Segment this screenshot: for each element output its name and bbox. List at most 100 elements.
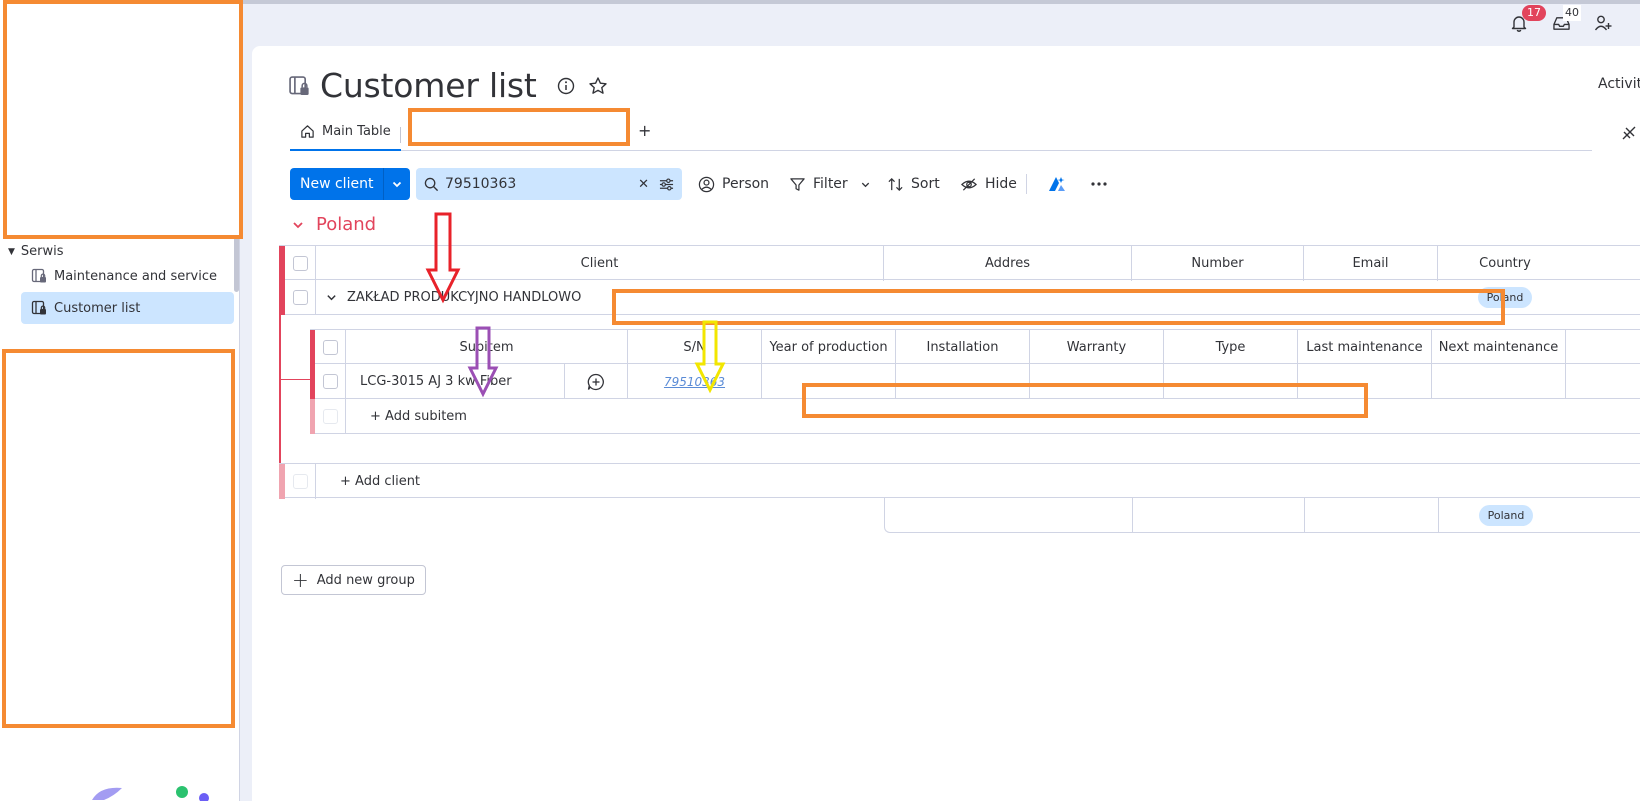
redaction-box <box>802 383 1368 418</box>
board-lock-icon <box>31 268 46 283</box>
chevron-down-icon[interactable] <box>326 292 337 303</box>
person-filter-button[interactable]: Person <box>698 168 769 200</box>
subitem-connector-branch <box>281 379 311 380</box>
group-title[interactable]: Poland <box>316 214 376 235</box>
redaction-box <box>2 349 235 728</box>
column-header-warranty[interactable]: Warranty <box>1030 330 1164 365</box>
window-top-strip <box>0 0 1640 4</box>
add-client-checkbox-cell <box>285 464 316 499</box>
subitem-next-maintenance-cell[interactable] <box>1432 364 1566 399</box>
add-person-icon <box>1594 15 1612 31</box>
header-checkbox-cell <box>285 246 316 281</box>
add-new-group-button[interactable]: + Add new group <box>281 565 426 595</box>
folder-label: Serwis <box>20 244 64 259</box>
inbox-button[interactable]: 40 <box>1540 5 1582 38</box>
column-header-client[interactable]: Client <box>316 246 884 281</box>
column-header-addres[interactable]: Addres <box>884 246 1132 281</box>
new-client-button[interactable]: New client <box>290 168 411 200</box>
purple-arrow-annotation <box>467 326 499 398</box>
red-arrow-annotation <box>425 212 461 304</box>
notifications-button[interactable]: 17 <box>1498 5 1546 38</box>
toolbar-divider <box>1026 174 1027 194</box>
home-icon <box>301 125 314 138</box>
chevron-down-icon[interactable] <box>384 168 411 200</box>
sidebar-item-label: Maintenance and service <box>54 268 218 284</box>
group-header-poland[interactable]: Poland <box>292 214 376 235</box>
sort-button[interactable]: Sort <box>887 168 940 200</box>
summary-country-cell: Poland <box>1439 498 1573 532</box>
tab-main-table[interactable]: Main Table <box>290 114 401 151</box>
subitem-checkbox[interactable] <box>322 374 338 389</box>
tab-label: Main Table <box>322 124 391 139</box>
column-header-number[interactable]: Number <box>1132 246 1304 281</box>
group-summary-row: Poland <box>884 498 1640 533</box>
disabled-checkbox <box>322 409 338 424</box>
more-options-button[interactable] <box>1090 168 1115 200</box>
summary-country-pill: Poland <box>1478 504 1534 526</box>
inbox-badge: 40 <box>1563 5 1581 21</box>
search-icon <box>424 177 439 191</box>
column-header-year[interactable]: Year of production <box>762 330 896 365</box>
column-header-country[interactable]: Country <box>1438 246 1572 281</box>
add-update-icon[interactable] <box>587 373 605 391</box>
caret-down-icon: ▼ <box>8 246 15 257</box>
info-icon[interactable] <box>557 77 575 95</box>
filter-label: Filter <box>813 176 848 192</box>
subitem-updates-cell[interactable] <box>565 364 628 399</box>
subitem-header-row: Subitem S/N Year of production Installat… <box>310 329 1640 365</box>
close-icon[interactable]: ✕ <box>638 177 649 192</box>
board-lock-icon <box>31 300 46 315</box>
page-title[interactable]: Customer list <box>320 66 537 105</box>
sliders-icon[interactable] <box>659 177 674 192</box>
new-client-label[interactable]: New client <box>290 168 385 200</box>
chevron-down-icon[interactable] <box>860 179 871 190</box>
hide-label: Hide <box>985 176 1017 192</box>
ai-assistant-button[interactable] <box>1047 168 1074 200</box>
add-subitem-button[interactable]: + Add subitem <box>346 399 646 434</box>
subitem-checkbox-cell <box>315 364 346 399</box>
row-checkbox[interactable] <box>292 290 308 305</box>
eye-off-icon <box>961 177 977 191</box>
subitem-name-cell[interactable]: LCG-3015 AJ 3 kw Fiber <box>346 364 565 399</box>
add-client-button[interactable]: + Add client <box>316 464 716 499</box>
ai-icon <box>1049 177 1065 191</box>
sort-icon <box>888 177 903 191</box>
sidebar-item-maintenance[interactable]: Maintenance and service <box>21 260 234 292</box>
person-icon <box>698 176 715 192</box>
sidebar-item-label: Customer list <box>54 300 141 316</box>
main-panel: Customer list Activit Main Table + New c… <box>252 46 1640 801</box>
chevron-down-icon[interactable] <box>292 219 304 231</box>
column-header-last-maintenance[interactable]: Last maintenance <box>1298 330 1432 365</box>
disabled-checkbox <box>292 474 308 489</box>
select-all-checkbox[interactable] <box>292 256 308 271</box>
subitem-connector-line <box>279 315 281 463</box>
star-icon[interactable] <box>588 76 608 96</box>
sidebar-scrollbar[interactable] <box>234 236 239 292</box>
row-checkbox-cell <box>285 280 316 315</box>
add-client-row[interactable]: + Add client <box>279 463 1640 499</box>
subitem-select-all-checkbox[interactable] <box>322 340 338 355</box>
integrate-icon[interactable] <box>1620 124 1638 142</box>
board-lock-icon <box>289 75 309 95</box>
sidebar-folder-serwis[interactable]: ▼ Serwis <box>8 244 64 259</box>
tab-divider <box>400 127 401 143</box>
sidebar-item-customer-list[interactable]: Customer list <box>21 292 234 324</box>
board-toolbar: New client 79510363 ✕ Person Filter Sort… <box>290 168 1590 200</box>
add-view-button[interactable]: + <box>638 121 651 140</box>
yellow-arrow-annotation <box>694 320 726 394</box>
search-input[interactable]: 79510363 ✕ <box>416 168 682 200</box>
app-logo-icon <box>92 786 209 801</box>
filter-icon <box>790 177 805 191</box>
more-horizontal-icon <box>1091 182 1107 186</box>
activity-button[interactable]: Activit <box>1598 76 1640 92</box>
column-header-installation[interactable]: Installation <box>896 330 1030 365</box>
search-value[interactable]: 79510363 <box>445 176 638 192</box>
column-header-type[interactable]: Type <box>1164 330 1298 365</box>
column-header-email[interactable]: Email <box>1304 246 1438 281</box>
hide-button[interactable]: Hide <box>960 168 1017 200</box>
client-name[interactable]: ZAKŁAD PRODUKCYJNO HANDLOWO <box>347 290 581 305</box>
filter-button[interactable]: Filter <box>789 168 878 200</box>
invite-members-button[interactable] <box>1582 8 1624 38</box>
redaction-box <box>612 289 1505 325</box>
column-header-next-maintenance[interactable]: Next maintenance <box>1432 330 1566 365</box>
